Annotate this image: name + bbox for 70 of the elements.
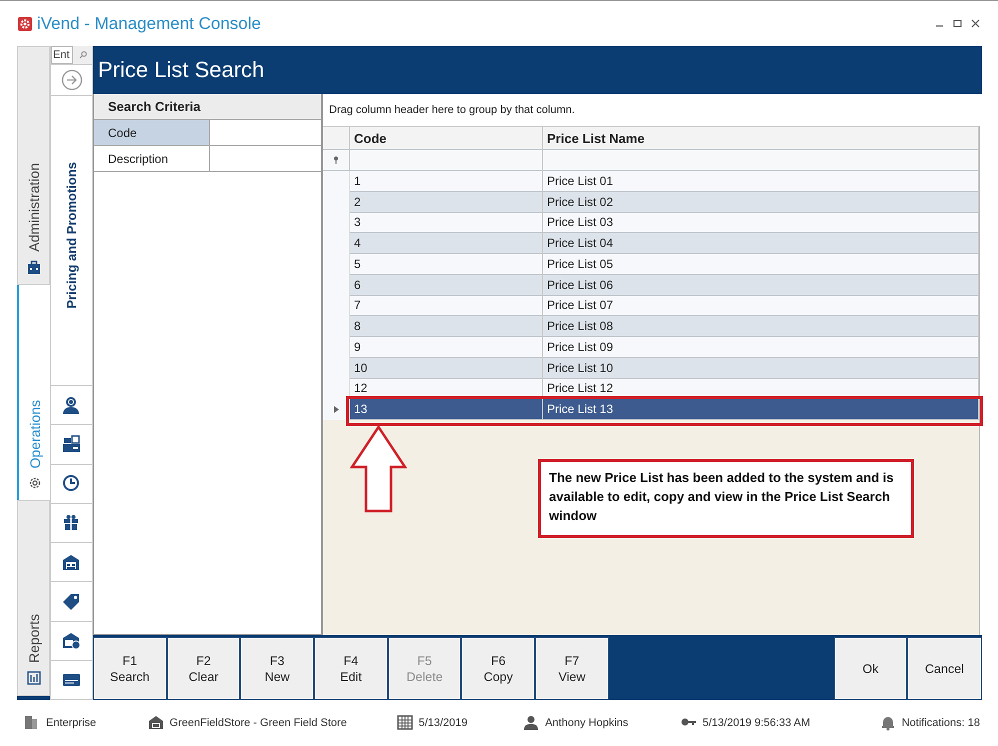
price-tag-icon[interactable] — [62, 592, 81, 611]
status-text: GreenFieldStore - Green Field Store — [170, 717, 347, 729]
search-criteria-heading: Search Criteria — [94, 94, 321, 120]
name-cell[interactable]: Price List 03 — [543, 212, 979, 234]
name-cell[interactable]: Price List 05 — [543, 254, 979, 275]
cash-register-icon[interactable] — [62, 434, 81, 454]
name-cell[interactable]: Price List 09 — [543, 337, 979, 358]
code-cell[interactable]: 7 — [350, 296, 543, 316]
code-cell[interactable]: 8 — [350, 316, 543, 337]
status-text: Enterprise — [46, 717, 96, 729]
filter-cell[interactable] — [543, 150, 979, 171]
function-key-button[interactable]: F2 Clear — [166, 637, 240, 700]
name-cell[interactable]: Price List 10 — [543, 358, 979, 378]
dialog-button[interactable]: Cancel — [907, 637, 982, 700]
settings-icon — [28, 476, 42, 490]
store-icon — [148, 715, 164, 731]
briefcase-icon — [26, 260, 40, 274]
module-search-field[interactable]: Ent — [51, 46, 73, 64]
name-cell[interactable]: Price List 01 — [543, 171, 979, 192]
function-key-button[interactable]: F7 View — [535, 637, 609, 700]
name-cell[interactable]: Price List 06 — [543, 274, 979, 296]
nav-tab[interactable]: Reports — [17, 500, 50, 696]
code-cell[interactable]: 3 — [350, 212, 543, 234]
code-cell[interactable]: 4 — [350, 233, 543, 254]
function-key-button[interactable]: F6 Copy — [461, 637, 536, 700]
column-header[interactable]: Code — [350, 126, 543, 150]
window-title: iVend - Management Console — [37, 14, 261, 34]
column-header[interactable]: Price List Name — [543, 126, 979, 150]
gear-logo-icon — [18, 16, 32, 30]
code-cell[interactable]: 10 — [350, 358, 543, 378]
status-text: Notifications: 18 — [902, 717, 980, 729]
status-text: 5/13/2019 — [418, 717, 468, 729]
name-cell[interactable]: Price List 08 — [543, 316, 979, 337]
module-label[interactable]: Pricing and Promotions — [64, 162, 79, 309]
status-text: 5/13/2019 9:56:33 AM — [702, 717, 810, 729]
filter-cell[interactable] — [350, 150, 543, 171]
close-icon — [971, 19, 980, 28]
function-key-button[interactable]: F1 Search — [93, 637, 167, 700]
code-cell[interactable]: 2 — [350, 192, 543, 212]
search-icon — [78, 51, 86, 59]
building-icon — [24, 715, 40, 731]
maximize-icon — [953, 19, 962, 28]
annotation-note: The new Price List has been added to the system and is available to edit, copy and view in the Price List Search window — [538, 459, 914, 538]
code-cell[interactable]: 9 — [350, 337, 543, 358]
name-cell[interactable]: Price List 02 — [543, 192, 979, 212]
gift-icon[interactable] — [62, 513, 81, 532]
status-text: Anthony Hopkins — [545, 717, 628, 729]
code-cell[interactable]: 5 — [350, 254, 543, 275]
code-cell[interactable]: 13 — [350, 399, 543, 420]
bell-icon — [880, 715, 896, 731]
row-pointer-icon — [334, 406, 338, 414]
dialog-button[interactable]: Ok — [834, 637, 907, 700]
up-arrow-icon — [350, 425, 407, 513]
arrow-circle-icon — [60, 69, 82, 91]
nav-tab[interactable]: Administration — [17, 46, 50, 285]
page-title: Price List Search — [93, 46, 982, 94]
pin-icon — [333, 156, 339, 164]
name-cell[interactable]: Price List 13 — [543, 399, 979, 420]
clock-icon[interactable] — [62, 474, 81, 494]
name-cell[interactable]: Price List 04 — [543, 233, 979, 254]
criteria-label[interactable]: Code — [94, 120, 210, 145]
report-icon — [26, 671, 40, 685]
warehouse-icon[interactable] — [62, 552, 81, 572]
function-key-button[interactable]: F3 New — [240, 637, 314, 700]
user-icon — [523, 715, 540, 731]
name-cell[interactable]: Price List 07 — [543, 296, 979, 316]
function-key-button[interactable]: F4 Edit — [314, 637, 388, 700]
code-cell[interactable]: 6 — [350, 274, 543, 296]
calendar-icon — [396, 715, 413, 731]
code-cell[interactable]: 1 — [350, 171, 543, 192]
